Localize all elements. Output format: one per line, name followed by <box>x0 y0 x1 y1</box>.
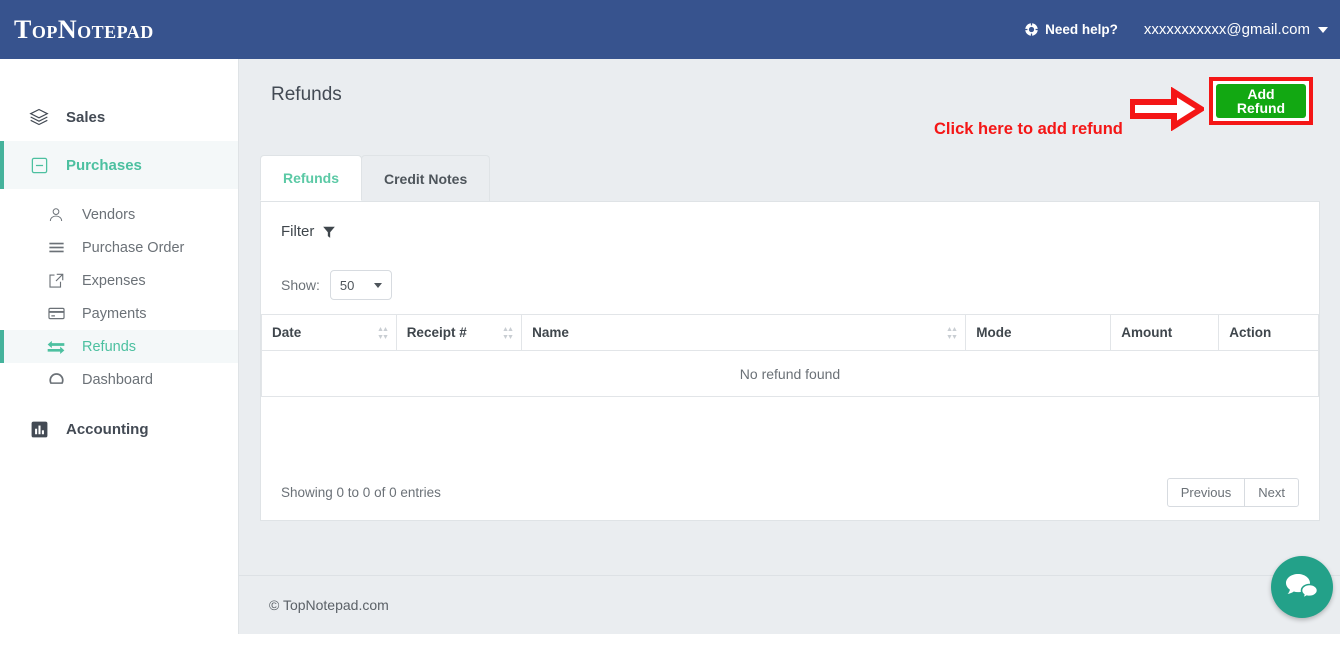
sidebar-item-label: Vendors <box>82 206 136 223</box>
table-head: Date Receipt # Name Mode Amount Action <box>261 314 1319 351</box>
showing-entries-text: Showing 0 to 0 of 0 entries <box>281 485 441 500</box>
filter-toggle[interactable]: Filter <box>281 223 336 240</box>
tachometer-icon <box>44 370 68 389</box>
column-label: Amount <box>1121 325 1173 340</box>
add-refund-highlight: Add Refund <box>1209 77 1313 125</box>
chat-widget-button[interactable] <box>1271 556 1333 618</box>
sidebar-group-sales[interactable]: Sales <box>0 93 238 141</box>
chevron-down-icon <box>1318 26 1328 33</box>
user-account-menu[interactable]: xxxxxxxxxxx@gmail.com <box>1144 21 1328 38</box>
top-header: TopNotepad Need help? xxxxxxxxxxx@gmail.… <box>0 0 1340 59</box>
table-body: No refund found <box>261 350 1319 397</box>
column-header-mode: Mode <box>965 314 1112 351</box>
tab-label: Refunds <box>283 170 339 186</box>
need-help-link[interactable]: Need help? <box>1024 22 1118 37</box>
credit-card-icon <box>44 304 68 323</box>
column-header-date[interactable]: Date <box>261 314 397 351</box>
show-entries-select[interactable]: 50 <box>329 270 392 300</box>
sidebar-item-purchase-order[interactable]: Purchase Order <box>0 231 238 264</box>
column-label: Receipt # <box>406 325 467 340</box>
empty-message-cell: No refund found <box>261 350 1319 397</box>
sidebar-group-label: Accounting <box>66 420 149 438</box>
sidebar-item-expenses[interactable]: Expenses <box>0 264 238 297</box>
table-empty-row: No refund found <box>261 350 1319 397</box>
column-label: Date <box>272 325 302 340</box>
sort-icon[interactable] <box>503 326 513 343</box>
funnel-icon <box>323 226 336 238</box>
refunds-panel: Filter Show: 50 Date Receipt # Name Mode… <box>260 201 1320 521</box>
copyright-text: © TopNotepad.com <box>269 597 389 613</box>
header-right-cluster: Need help? xxxxxxxxxxx@gmail.com <box>1024 21 1340 38</box>
next-page-button[interactable]: Next <box>1244 478 1299 507</box>
tab-refunds[interactable]: Refunds <box>260 155 362 201</box>
bar-chart-icon <box>28 420 50 439</box>
sidebar-item-payments[interactable]: Payments <box>0 297 238 330</box>
sidebar-item-label: Payments <box>82 305 147 322</box>
sidebar-item-label: Refunds <box>82 338 137 355</box>
chat-bubbles-icon <box>1286 574 1319 600</box>
column-label: Name <box>532 325 569 340</box>
main-content: Refunds Click here to add refund Add Ref… <box>239 59 1340 575</box>
exchange-icon <box>44 337 68 357</box>
column-header-name[interactable]: Name <box>521 314 967 351</box>
sidebar-item-label: Expenses <box>82 272 146 289</box>
column-header-receipt[interactable]: Receipt # <box>395 314 523 351</box>
sort-icon[interactable] <box>378 326 388 343</box>
table-header-row: Date Receipt # Name Mode Amount Action <box>261 314 1319 351</box>
need-help-label: Need help? <box>1045 22 1118 37</box>
column-header-amount: Amount <box>1110 314 1220 351</box>
right-arrow-icon <box>1129 86 1207 136</box>
show-entries-row: Show: 50 <box>281 270 392 300</box>
tab-credit-notes[interactable]: Credit Notes <box>361 155 491 201</box>
lifebuoy-icon <box>1024 22 1039 37</box>
sort-icon[interactable] <box>947 326 957 343</box>
layers-icon <box>28 107 50 127</box>
table-footer: Showing 0 to 0 of 0 entries Previous Nex… <box>281 478 1299 507</box>
bottom-spacer <box>0 634 1340 660</box>
minus-square-icon <box>28 156 50 175</box>
column-label: Action <box>1229 325 1272 340</box>
sidebar-group-label: Purchases <box>66 156 142 174</box>
filter-label: Filter <box>281 223 315 240</box>
app-root: TopNotepad Need help? xxxxxxxxxxx@gmail.… <box>0 0 1340 660</box>
share-icon <box>44 272 68 290</box>
app-logo[interactable]: TopNotepad <box>0 16 154 43</box>
show-entries-value: 50 <box>339 277 355 293</box>
refunds-table: Date Receipt # Name Mode Amount Action N… <box>261 314 1319 397</box>
chevron-down-icon <box>373 282 382 288</box>
sidebar-item-refunds[interactable]: Refunds <box>0 330 238 363</box>
sidebar-group-purchases[interactable]: Purchases <box>0 141 238 189</box>
page-title: Refunds <box>271 84 342 105</box>
user-email-label: xxxxxxxxxxx@gmail.com <box>1143 21 1310 38</box>
sidebar-item-dashboard[interactable]: Dashboard <box>0 363 238 396</box>
column-label: Mode <box>976 325 1012 340</box>
sidebar-group-label: Sales <box>66 108 106 126</box>
list-icon <box>44 238 68 257</box>
sidebar-item-label: Dashboard <box>82 371 153 388</box>
previous-page-button[interactable]: Previous <box>1166 478 1246 507</box>
sidebar-item-label: Purchase Order <box>82 239 185 256</box>
page-footer: © TopNotepad.com <box>239 575 1340 634</box>
annotation-text: Click here to add refund <box>934 120 1123 138</box>
add-refund-button[interactable]: Add Refund <box>1216 84 1306 118</box>
sidebar-group-accounting[interactable]: Accounting <box>0 405 238 453</box>
tab-bar: Refunds Credit Notes <box>260 155 491 201</box>
show-label: Show: <box>281 277 320 293</box>
column-header-action: Action <box>1218 314 1319 351</box>
sidebar-item-vendors[interactable]: Vendors <box>0 198 238 231</box>
tab-label: Credit Notes <box>384 170 468 187</box>
sidebar: Sales Purchases Vendors Purchase Order E… <box>0 59 239 660</box>
pagination: Previous Next <box>1166 478 1299 507</box>
user-icon <box>44 206 68 224</box>
